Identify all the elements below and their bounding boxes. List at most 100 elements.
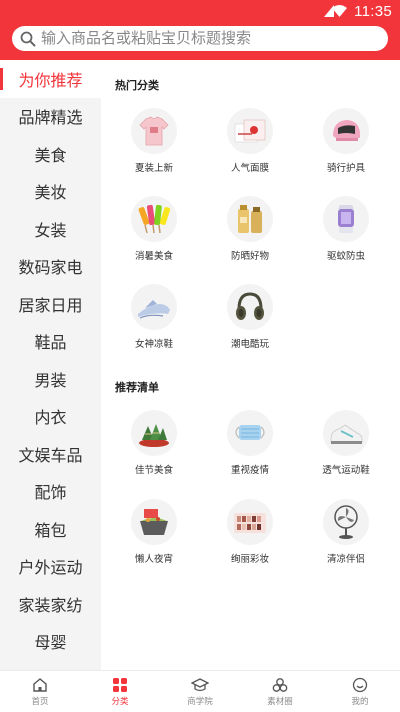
item-label: 骑行护具 (326, 163, 365, 174)
sidebar-item-label: 户外运动 (18, 560, 83, 578)
sidebar-item-label: 鞋品 (34, 335, 67, 353)
sidebar-item-underwear[interactable]: 内衣 (0, 398, 101, 436)
sidebar-item-stationery-auto[interactable]: 文娱车品 (0, 435, 101, 473)
item-label: 透气运动鞋 (322, 465, 370, 476)
sidebar-item-label: 配饰 (34, 485, 67, 503)
profile-icon (352, 677, 368, 693)
facemask-icon (227, 108, 273, 154)
recommend-item-late-snack[interactable]: 懒人夜宵 (108, 499, 200, 565)
tab-label: 素材圈 (267, 696, 293, 706)
hot-item-summer-food[interactable]: 消暑美食 (108, 196, 200, 262)
search-bar[interactable] (12, 26, 388, 51)
sidebar-item-food[interactable]: 美食 (0, 135, 101, 173)
sidebar-item-label: 为你推荐 (18, 72, 83, 90)
medical-mask-icon (227, 410, 273, 456)
tab-label: 商学院 (187, 696, 213, 706)
sidebar-item-label: 品牌精选 (18, 110, 83, 128)
sidebar-item-label: 内衣 (34, 410, 67, 428)
graduation-cap-icon (191, 678, 209, 692)
sidebar-item-beauty[interactable]: 美妆 (0, 173, 101, 211)
eyeshadow-palette-icon (227, 499, 273, 545)
sidebar-item-womenswear[interactable]: 女装 (0, 210, 101, 248)
section-title-recommend: 推荐清单 (115, 382, 159, 394)
tab-material-circle[interactable]: 素材圈 (240, 671, 320, 712)
hot-item-sunscreen[interactable]: 防晒好物 (204, 196, 296, 262)
status-time: 11:35 (354, 3, 392, 20)
tshirt-icon (131, 108, 177, 154)
sidebar-item-label: 男装 (34, 372, 67, 390)
tab-business-school[interactable]: 商学院 (160, 671, 240, 712)
item-label: 女神凉鞋 (134, 339, 173, 350)
material-circle-icon (272, 678, 288, 692)
home-icon (33, 678, 47, 692)
hot-item-face-mask[interactable]: 人气面膜 (204, 108, 296, 174)
recommend-item-epidemic[interactable]: 重视疫情 (204, 410, 296, 476)
item-label: 潮电酷玩 (230, 339, 269, 350)
sidebar-item-label: 文娱车品 (18, 447, 83, 465)
item-label: 懒人夜宵 (134, 554, 173, 565)
tab-label: 分类 (111, 696, 129, 706)
category-content: 热门分类 夏装上新 人气面膜 骑行护具 消暑美食 防晒好物 驱蚊防虫 女神凉鞋 … (101, 60, 400, 670)
tab-category[interactable]: 分类 (80, 671, 160, 712)
sidebar-item-shoes[interactable]: 鞋品 (0, 323, 101, 361)
sidebar-item-label: 女装 (34, 222, 67, 240)
headphones-icon (227, 284, 273, 330)
tab-label: 首页 (31, 696, 49, 706)
category-icon (113, 678, 127, 692)
sneaker-icon (323, 410, 369, 456)
sidebar-item-outdoor[interactable]: 户外运动 (0, 548, 101, 586)
hot-item-cycling-gear[interactable]: 骑行护具 (300, 108, 392, 174)
mosquito-lamp-icon (323, 196, 369, 242)
helmet-icon (323, 108, 369, 154)
item-label: 驱蚊防虫 (326, 251, 365, 262)
tab-label: 我的 (351, 696, 369, 706)
sunscreen-icon (227, 196, 273, 242)
recommend-item-festival-food[interactable]: 佳节美食 (108, 410, 200, 476)
tab-home[interactable]: 首页 (0, 671, 80, 712)
recommend-item-makeup[interactable]: 绚丽彩妆 (204, 499, 296, 565)
hot-item-gadgets[interactable]: 潮电酷玩 (204, 284, 296, 350)
recommend-item-sneakers[interactable]: 透气运动鞋 (300, 410, 392, 476)
sidebar-item-baby[interactable]: 母婴 (0, 623, 101, 661)
item-label: 消暑美食 (134, 251, 173, 262)
sidebar-item-label: 数码家电 (18, 260, 83, 278)
item-label: 人气面膜 (230, 163, 269, 174)
header: 11:35 (0, 0, 400, 60)
sidebar-item-bags[interactable]: 箱包 (0, 510, 101, 548)
item-label: 防晒好物 (230, 251, 269, 262)
bottom-tab-bar: 首页 分类 商学院 素材圈 我的 (0, 670, 400, 712)
hot-item-mosquito-repellent[interactable]: 驱蚊防虫 (300, 196, 392, 262)
snack-bowl-icon (131, 499, 177, 545)
hot-item-sandals[interactable]: 女神凉鞋 (108, 284, 200, 350)
recommend-item-cooling[interactable]: 清凉伴侣 (300, 499, 392, 565)
sidebar-item-menswear[interactable]: 男装 (0, 360, 101, 398)
sidebar-item-household[interactable]: 居家日用 (0, 285, 101, 323)
sidebar-item-brand[interactable]: 品牌精选 (0, 98, 101, 136)
sidebar-item-label: 家装家纺 (18, 597, 83, 615)
status-bar: 11:35 (0, 0, 400, 22)
sidebar-item-label: 箱包 (34, 522, 67, 540)
item-label: 佳节美食 (134, 465, 173, 476)
sidebar-item-label: 居家日用 (18, 297, 83, 315)
tab-profile[interactable]: 我的 (320, 671, 400, 712)
item-label: 夏装上新 (134, 163, 173, 174)
sidebar-item-electronics[interactable]: 数码家电 (0, 248, 101, 286)
item-label: 绚丽彩妆 (230, 554, 269, 565)
item-label: 重视疫情 (230, 465, 269, 476)
sidebar-item-accessories[interactable]: 配饰 (0, 473, 101, 511)
search-input[interactable] (41, 30, 361, 47)
sidebar-item-home-textile[interactable]: 家装家纺 (0, 585, 101, 623)
sidebar-item-label: 美食 (34, 147, 67, 165)
sidebar-item-label: 美妆 (34, 185, 67, 203)
fan-icon (323, 499, 369, 545)
zongzi-icon (131, 410, 177, 456)
sandal-icon (131, 284, 177, 330)
sidebar-item-recommend[interactable]: 为你推荐 (0, 60, 101, 98)
item-label: 清凉伴侣 (326, 554, 365, 565)
category-sidebar: 为你推荐 品牌精选 美食 美妆 女装 数码家电 居家日用 鞋品 男装 内衣 文娱… (0, 60, 101, 670)
section-title-hot: 热门分类 (115, 80, 159, 92)
search-icon (20, 31, 36, 46)
popsicle-icon (131, 196, 177, 242)
hot-item-summer-clothes[interactable]: 夏装上新 (108, 108, 200, 174)
wifi-icon (332, 5, 347, 17)
